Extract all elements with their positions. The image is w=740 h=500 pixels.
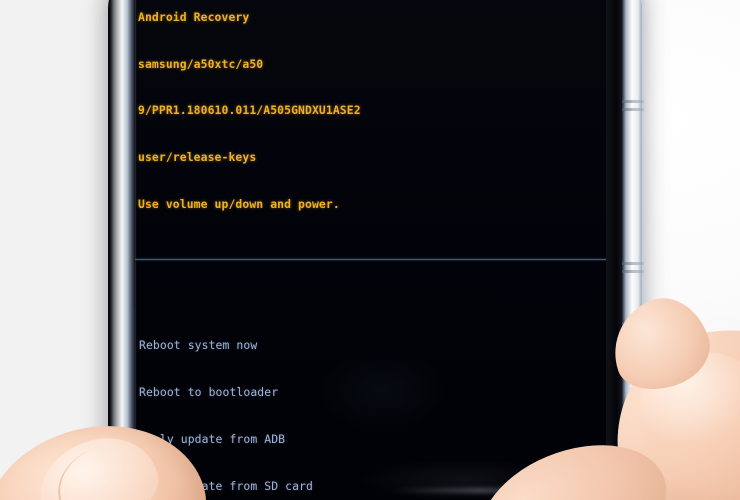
build-keys-line: user/release-keys xyxy=(138,150,257,165)
menu-item-reboot-system-now[interactable]: Reboot system now xyxy=(135,338,608,354)
power-button-seam[interactable] xyxy=(622,270,644,273)
android-recovery-screen: Android Recovery samsung/a50xtc/a50 9/PP… xyxy=(133,0,608,500)
build-id-line: 9/PPR1.180610.011/A505GNDXU1ASE2 xyxy=(138,103,361,118)
device-model-line: samsung/a50xtc/a50 xyxy=(138,56,264,71)
menu-item-reboot-to-bootloader[interactable]: Reboot to bootloader xyxy=(135,385,608,401)
menu-item-apply-update-from-adb[interactable]: Apply update from ADB xyxy=(135,432,608,448)
screenshot-scene: Android Recovery samsung/a50xtc/a50 9/PP… xyxy=(0,0,740,500)
recovery-console: Android Recovery samsung/a50xtc/a50 9/PP… xyxy=(133,0,608,500)
phone-left-bezel xyxy=(128,0,135,500)
volume-button-seam[interactable] xyxy=(622,108,644,111)
navigation-hint-line: Use volume up/down and power. xyxy=(138,196,340,211)
recovery-title: Android Recovery xyxy=(138,9,250,24)
header-divider xyxy=(133,259,608,261)
power-button-seam[interactable] xyxy=(622,262,644,265)
volume-button-seam[interactable] xyxy=(622,100,644,103)
